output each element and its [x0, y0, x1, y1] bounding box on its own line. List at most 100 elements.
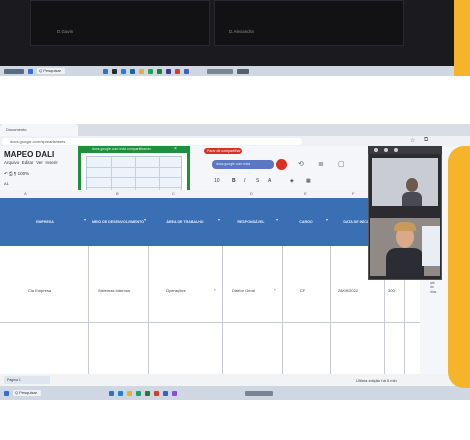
table-cell[interactable]: 300: [388, 288, 395, 293]
column-letter-bar: [0, 190, 420, 198]
fill-color-icon[interactable]: ◈: [290, 178, 294, 184]
filter-dropdown-icon[interactable]: ▾: [144, 218, 148, 222]
browser-tab[interactable]: Documento: [0, 124, 78, 136]
sharing-notice: docs.google.com está compartilhando sua …: [212, 160, 274, 175]
star-icon[interactable]: ☆: [410, 137, 415, 144]
menu-item[interactable]: Inserir: [45, 160, 58, 165]
column-letter[interactable]: E: [304, 191, 307, 196]
participant-tile[interactable]: D.Alexandra: [214, 0, 404, 46]
undo-icon[interactable]: ↶: [4, 171, 8, 176]
taskbar-weather-icon[interactable]: [4, 68, 24, 74]
column-header[interactable]: MEIO DE DESENVOLVIMENTO: [90, 198, 146, 246]
taskbar-app-icon[interactable]: [172, 390, 177, 396]
table-cell[interactable]: CF: [300, 288, 305, 293]
taskview-icon[interactable]: [109, 390, 114, 396]
table-cell[interactable]: Operações: [166, 288, 186, 293]
sheet-tab[interactable]: Página 1: [4, 376, 50, 384]
sheet-grid[interactable]: [0, 246, 420, 374]
background-window: [422, 226, 440, 266]
column-header[interactable]: RESPONSÁVEL: [224, 198, 278, 246]
mic-icon[interactable]: [384, 148, 388, 152]
stop-sharing-button[interactable]: Parar de compartilhar: [204, 148, 242, 154]
camera-icon[interactable]: [374, 148, 378, 152]
table-cell[interactable]: Sistemas Internos: [98, 288, 130, 293]
column-letter[interactable]: A: [24, 191, 27, 196]
chrome-icon[interactable]: [175, 68, 180, 74]
extensions-icon[interactable]: ⧉: [424, 137, 428, 144]
filter-dropdown-icon[interactable]: ▾: [218, 218, 222, 222]
column-letter[interactable]: C: [172, 191, 175, 196]
screen-share-icon[interactable]: [394, 148, 398, 152]
filter-dropdown-icon[interactable]: ▾: [326, 218, 330, 222]
edge-icon[interactable]: [121, 68, 126, 74]
column-letter[interactable]: F: [352, 191, 354, 196]
divider: [330, 246, 331, 374]
edge-icon[interactable]: [118, 390, 123, 396]
dropdown-chevron-icon[interactable]: ▾: [274, 288, 276, 292]
dropdown-chevron-icon[interactable]: ▾: [214, 288, 216, 292]
participant-video[interactable]: [372, 158, 438, 206]
paint-format-icon[interactable]: ¶: [14, 171, 16, 176]
participant-hair: [394, 222, 416, 231]
menu-item[interactable]: Arquivo: [4, 160, 19, 165]
table-cell[interactable]: Diretor Geral: [232, 288, 255, 293]
url-field[interactable]: docs.google.com/spreadsheets: [2, 138, 302, 145]
close-icon[interactable]: ×: [174, 146, 177, 152]
table-cell[interactable]: Cia Empresa: [28, 288, 51, 293]
taskbar-search[interactable]: Q Pesquisar: [37, 68, 65, 74]
last-edit-status[interactable]: Última edição há 5 min: [356, 378, 397, 383]
comment-icon[interactable]: ≣: [318, 160, 324, 168]
excel-icon[interactable]: [157, 68, 162, 74]
chrome-icon[interactable]: [154, 390, 159, 396]
sheet-status-bar: [0, 374, 470, 386]
italic-icon[interactable]: I: [244, 178, 245, 184]
menu-item[interactable]: Editar: [22, 160, 34, 165]
file-explorer-icon[interactable]: [139, 68, 144, 74]
bold-icon[interactable]: B: [232, 178, 236, 184]
zoom-select[interactable]: 100%: [18, 171, 30, 176]
participant-name: D.Alexandra: [229, 29, 254, 34]
divider: [222, 246, 223, 374]
menu-item[interactable]: Ver: [36, 160, 43, 165]
taskbar-search[interactable]: Q Pesquisar: [13, 390, 41, 396]
filter-dropdown-icon[interactable]: ▾: [276, 218, 280, 222]
taskbar-app-icon[interactable]: [136, 390, 141, 396]
taskbar-app-icon[interactable]: [112, 68, 117, 74]
system-tray[interactable]: [207, 68, 233, 74]
meet-icon[interactable]: ▢: [338, 160, 345, 168]
filter-dropdown-icon[interactable]: ▾: [84, 218, 88, 222]
clock[interactable]: [237, 68, 249, 74]
file-explorer-icon[interactable]: [127, 390, 132, 396]
taskbar-app-icon[interactable]: [163, 390, 168, 396]
divider: [0, 322, 420, 323]
column-header[interactable]: ÁREA DE TRABALHO: [150, 198, 220, 246]
name-box[interactable]: A1: [4, 181, 9, 186]
taskbar-app-icon[interactable]: [130, 68, 135, 74]
table-cell[interactable]: 28/09/2022: [338, 288, 358, 293]
borders-icon[interactable]: ▦: [306, 178, 311, 184]
taskbar-app-icon[interactable]: [184, 68, 189, 74]
column-letter[interactable]: D: [250, 191, 253, 196]
history-icon[interactable]: ⟲: [298, 160, 304, 168]
taskbar-app-icon[interactable]: [166, 68, 171, 74]
divider: [87, 167, 181, 168]
side-text-line: dias: [430, 289, 437, 294]
print-icon[interactable]: ⎙: [9, 171, 13, 176]
column-letter[interactable]: B: [116, 191, 119, 196]
video-call-toolbar: [368, 146, 442, 154]
windows-taskbar: Q Pesquisar: [0, 386, 470, 400]
windows-start-icon[interactable]: [4, 390, 9, 396]
participant-tile[interactable]: D.Gavin: [30, 0, 210, 46]
system-tray[interactable]: [245, 390, 273, 396]
recording-indicator: [276, 159, 287, 170]
column-header[interactable]: EMPRESA: [4, 198, 86, 246]
taskview-icon[interactable]: [103, 68, 108, 74]
font-size-select[interactable]: 10: [214, 178, 220, 184]
excel-icon[interactable]: [145, 390, 150, 396]
strikethrough-icon[interactable]: S: [256, 178, 259, 184]
text-color-icon[interactable]: A: [268, 178, 271, 184]
windows-start-icon[interactable]: [28, 68, 33, 74]
column-header[interactable]: CARGO: [284, 198, 328, 246]
document-title[interactable]: MAPEO DALI: [4, 150, 54, 159]
taskbar-app-icon[interactable]: [148, 68, 153, 74]
